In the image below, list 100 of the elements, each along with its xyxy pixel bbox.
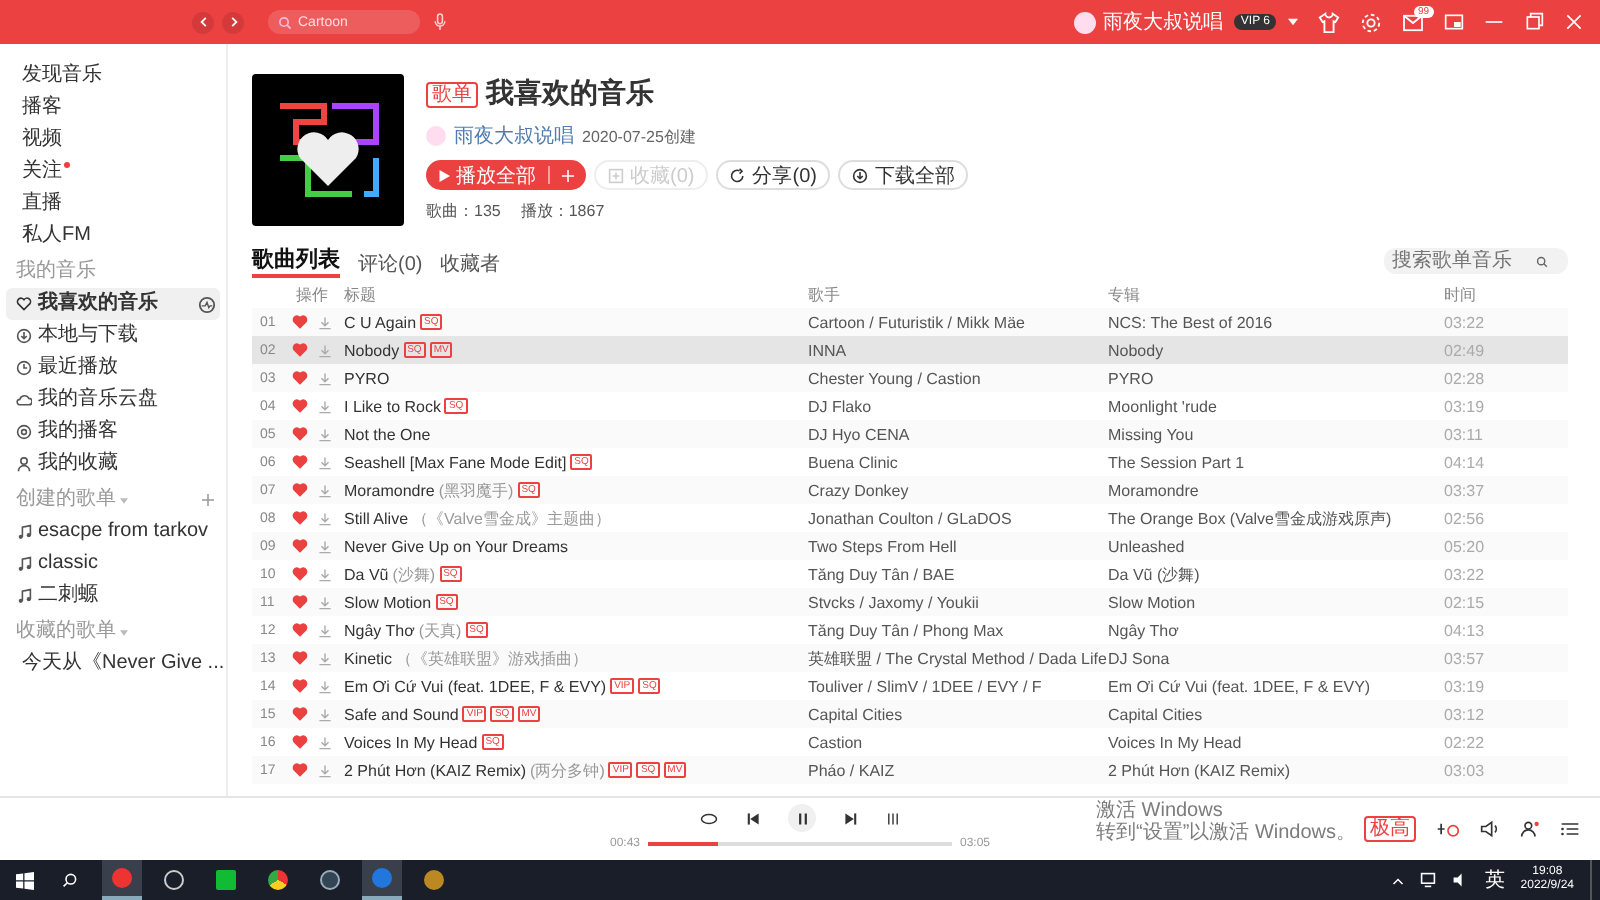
album-cell[interactable]: NCS: The Best of 2016	[1108, 313, 1444, 331]
download-icon[interactable]	[318, 427, 332, 441]
loop-icon[interactable]	[700, 811, 718, 825]
download-icon[interactable]	[318, 371, 332, 385]
sound-effect-icon[interactable]	[1436, 820, 1460, 838]
album-cell[interactable]: Da Vũ (沙舞)	[1108, 563, 1444, 585]
album-cell[interactable]: 2 Phút Hơn (KAIZ Remix)	[1108, 761, 1444, 779]
heart-icon[interactable]	[292, 398, 308, 414]
creator-name[interactable]: 雨夜大叔说唱	[454, 122, 574, 150]
music-app-icon[interactable]	[102, 860, 142, 900]
caret-icon[interactable]	[1288, 18, 1298, 26]
album-cell[interactable]: The Orange Box (Valve雪金成游戏原声)	[1108, 507, 1444, 529]
column-header[interactable]: 标题	[344, 283, 808, 305]
search-icon[interactable]	[62, 872, 78, 888]
album-cell[interactable]: PYRO	[1108, 369, 1444, 387]
heart-icon[interactable]	[292, 510, 308, 526]
next-icon[interactable]	[844, 811, 858, 825]
heart-icon[interactable]	[292, 426, 308, 442]
singer-cell[interactable]: Pháo / KAIZ	[808, 761, 1108, 779]
network-icon[interactable]	[1420, 872, 1437, 888]
playlist-icon[interactable]	[1560, 820, 1580, 838]
singer-cell[interactable]: Touliver / SlimV / 1DEE / EVY / F	[808, 677, 1108, 695]
singer-cell[interactable]: DJ Hyo CENA	[808, 425, 1108, 443]
singer-cell[interactable]: Stvcks / Jaxomy / Youkii	[808, 593, 1108, 611]
sidebar-item[interactable]: 视频	[6, 124, 220, 156]
heartbeat-icon[interactable]	[198, 295, 216, 313]
singer-cell[interactable]: Jonathan Coulton / GLaDOS	[808, 509, 1108, 527]
heart-icon[interactable]	[292, 762, 308, 778]
sidebar-item[interactable]: 我的收藏	[6, 448, 220, 480]
windows-start-icon[interactable]	[16, 871, 34, 889]
album-cell[interactable]: Slow Motion	[1108, 593, 1444, 611]
playlist-item[interactable]: esacpe from tarkov	[6, 516, 220, 548]
mini-mode-icon[interactable]	[1444, 12, 1464, 32]
sidebar-item[interactable]: 我喜欢的音乐	[6, 288, 220, 320]
tab[interactable]: 歌曲列表	[252, 248, 340, 278]
singer-cell[interactable]: Buena Clinic	[808, 453, 1108, 471]
play-all-button[interactable]: 播放全部	[426, 160, 586, 190]
playlist-item[interactable]: classic	[6, 548, 220, 580]
album-cell[interactable]: DJ Sona	[1108, 649, 1444, 667]
share-button[interactable]: 分享(0)	[716, 160, 831, 190]
tab[interactable]: 收藏者	[440, 252, 501, 278]
user-name[interactable]: 雨夜大叔说唱	[1102, 8, 1223, 36]
album-cell[interactable]: Moramondre	[1108, 481, 1444, 499]
sidebar-item[interactable]: 私人FM	[6, 220, 220, 252]
singer-cell[interactable]: Castion	[808, 733, 1108, 751]
album-cell[interactable]: Nobody	[1108, 341, 1444, 359]
download-icon[interactable]	[318, 623, 332, 637]
people-icon[interactable]	[1520, 820, 1540, 838]
shirt-icon[interactable]	[1318, 11, 1340, 33]
lyrics-icon[interactable]	[886, 811, 900, 825]
sidebar-item[interactable]: 我的音乐云盘	[6, 384, 220, 416]
sidebar-item[interactable]: 播客	[6, 92, 220, 124]
sidebar-item[interactable]: 直播	[6, 188, 220, 220]
download-icon[interactable]	[318, 707, 332, 721]
column-header[interactable]: 专辑	[1108, 283, 1444, 305]
heart-icon[interactable]	[292, 650, 308, 666]
singer-cell[interactable]: INNA	[808, 341, 1108, 359]
singer-cell[interactable]: Capital Cities	[808, 705, 1108, 723]
sidebar-item[interactable]: 本地与下载	[6, 320, 220, 352]
sidebar-item[interactable]: 关注	[6, 156, 220, 188]
input-method-indicator[interactable]: 英	[1484, 866, 1505, 894]
microphone-icon[interactable]	[432, 12, 448, 32]
singer-cell[interactable]: 英雄联盟 / The Crystal Method / Dada Life	[808, 647, 1108, 669]
download-icon[interactable]	[318, 567, 332, 581]
singer-cell[interactable]: Cartoon / Futuristik / Mikk Mäe	[808, 313, 1108, 331]
download-icon[interactable]	[318, 511, 332, 525]
column-header[interactable]: 时间	[1444, 283, 1568, 305]
playlist-item[interactable]: 今天从《Never Give ...	[6, 648, 220, 680]
heart-icon[interactable]	[292, 566, 308, 582]
album-cell[interactable]: Unleashed	[1108, 537, 1444, 555]
chevron-up-icon[interactable]	[1392, 875, 1405, 885]
singer-cell[interactable]: Crazy Donkey	[808, 481, 1108, 499]
pause-button[interactable]	[788, 804, 816, 832]
settings-icon[interactable]	[1360, 11, 1382, 33]
quality-button[interactable]: 极高	[1364, 816, 1416, 842]
volume-icon[interactable]	[1480, 820, 1500, 838]
album-cell[interactable]: The Session Part 1	[1108, 453, 1444, 471]
user-avatar[interactable]	[1074, 11, 1097, 33]
album-cell[interactable]: Capital Cities	[1108, 705, 1444, 723]
heart-icon[interactable]	[292, 622, 308, 638]
download-icon[interactable]	[318, 399, 332, 413]
heart-icon[interactable]	[292, 370, 308, 386]
heart-icon[interactable]	[292, 706, 308, 722]
download-icon[interactable]	[318, 315, 332, 329]
heart-icon[interactable]	[292, 538, 308, 554]
sidebar-item[interactable]: 发现音乐	[6, 60, 220, 92]
maximize-icon[interactable]	[1524, 12, 1544, 32]
app-icon[interactable]	[362, 860, 402, 900]
tab[interactable]: 评论(0)	[358, 252, 423, 278]
back-button[interactable]	[192, 11, 214, 33]
download-icon[interactable]	[318, 763, 332, 777]
heart-icon[interactable]	[292, 594, 308, 610]
singer-cell[interactable]: DJ Flako	[808, 397, 1108, 415]
heart-icon[interactable]	[292, 342, 308, 358]
album-cell[interactable]: Ngây Thơ	[1108, 621, 1444, 639]
sidebar-item[interactable]: 最近播放	[6, 352, 220, 384]
download-button[interactable]: 下载全部	[838, 160, 969, 190]
album-cell[interactable]: Voices In My Head	[1108, 733, 1444, 751]
album-cell[interactable]: Em Ơi Cứ Vui (feat. 1DEE, F & EVY)	[1108, 677, 1444, 695]
download-icon[interactable]	[318, 651, 332, 665]
